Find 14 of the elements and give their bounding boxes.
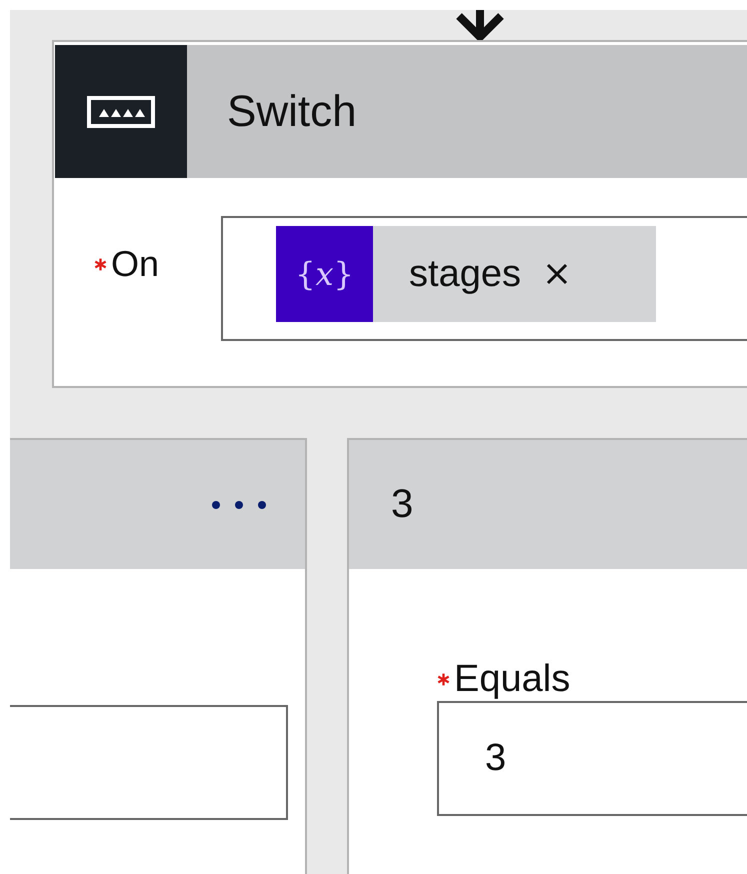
more-icon[interactable] xyxy=(211,500,267,510)
variable-icon: {x} xyxy=(276,226,374,322)
variable-token[interactable]: {x} stages xyxy=(276,226,656,322)
card-title: Switch xyxy=(227,86,357,136)
arrow-icon xyxy=(455,10,505,40)
token-text: stages xyxy=(409,252,521,296)
input-field[interactable]: {x} stages xyxy=(221,216,747,341)
input-field[interactable] xyxy=(10,705,288,820)
switch-icon xyxy=(55,45,187,178)
field-label: Equals xyxy=(454,658,570,700)
field-label: On xyxy=(111,246,160,282)
case-title: 3 xyxy=(391,482,414,527)
close-icon[interactable] xyxy=(545,262,569,286)
input-field[interactable]: 3 xyxy=(437,701,747,816)
